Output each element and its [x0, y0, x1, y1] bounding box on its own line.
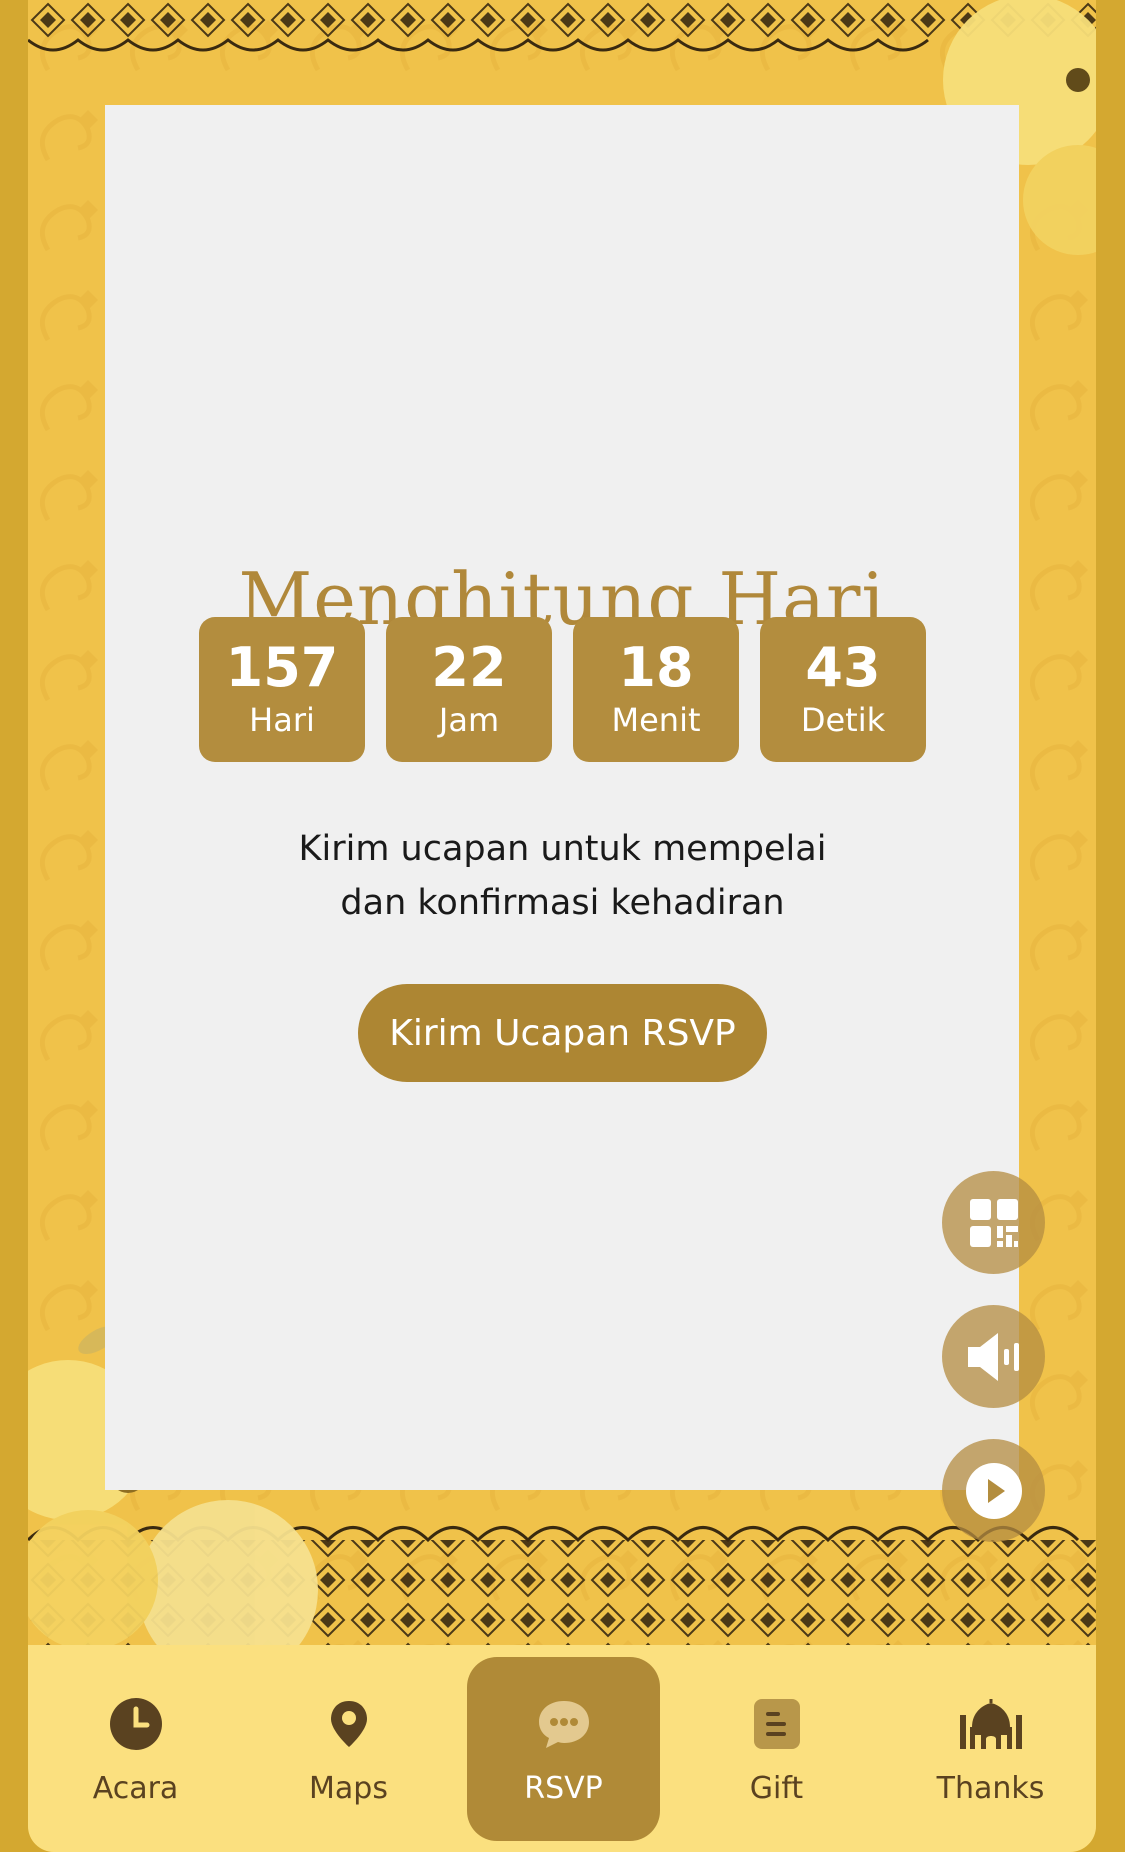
hours-value: 22	[431, 635, 507, 699]
qr-code-button[interactable]	[942, 1171, 1045, 1274]
chat-bubble-icon	[538, 1700, 589, 1748]
autoplay-button[interactable]	[942, 1439, 1045, 1542]
nav-label-thanks: Thanks	[936, 1770, 1045, 1806]
send-rsvp-button[interactable]: Kirim Ucapan RSVP	[358, 984, 767, 1082]
bottom-navigation: Acara Maps RSVP Gift Thanks	[28, 1645, 1096, 1852]
clock-icon	[109, 1697, 162, 1750]
hours-label: Jam	[438, 700, 500, 739]
rsvp-message-line-2: dan konfirmasi kehadiran	[340, 883, 785, 923]
nav-item-acara[interactable]: Acara	[39, 1657, 232, 1841]
countdown-minutes: 18 Menit	[573, 617, 739, 762]
nav-item-gift[interactable]: Gift	[680, 1657, 873, 1841]
minutes-value: 18	[618, 635, 694, 699]
seconds-label: Detik	[800, 700, 886, 739]
map-pin-icon	[330, 1700, 367, 1747]
speaker-icon	[967, 1332, 1019, 1381]
seconds-value: 43	[805, 635, 881, 699]
qr-code-icon	[969, 1198, 1018, 1247]
gift-icon	[753, 1698, 800, 1749]
rsvp-message-line-1: Kirim ucapan untuk mempelai	[298, 829, 827, 869]
nav-item-maps[interactable]: Maps	[252, 1657, 445, 1841]
minutes-label: Menit	[611, 700, 701, 739]
nav-label-rsvp: RSVP	[524, 1770, 603, 1806]
nav-label-maps: Maps	[309, 1770, 388, 1806]
nav-item-thanks[interactable]: Thanks	[894, 1657, 1087, 1841]
mosque-icon	[959, 1698, 1022, 1749]
countdown-card: Menghitung Hari	[105, 105, 1019, 1490]
countdown-days: 157 Hari	[199, 617, 365, 762]
play-icon	[965, 1462, 1022, 1519]
nav-label-gift: Gift	[749, 1770, 804, 1806]
countdown-timer: 157 Hari 22 Jam 18 Menit 43 Detik	[199, 617, 926, 762]
countdown-seconds: 43 Detik	[760, 617, 926, 762]
days-value: 157	[225, 635, 339, 699]
nav-label-acara: Acara	[92, 1770, 179, 1806]
sound-toggle-button[interactable]	[942, 1305, 1045, 1408]
nav-item-rsvp[interactable]: RSVP	[467, 1657, 660, 1841]
days-label: Hari	[249, 700, 315, 739]
rsvp-message: Kirim ucapan untuk mempelai dan konfirma…	[0, 822, 1125, 930]
countdown-hours: 22 Jam	[386, 617, 552, 762]
